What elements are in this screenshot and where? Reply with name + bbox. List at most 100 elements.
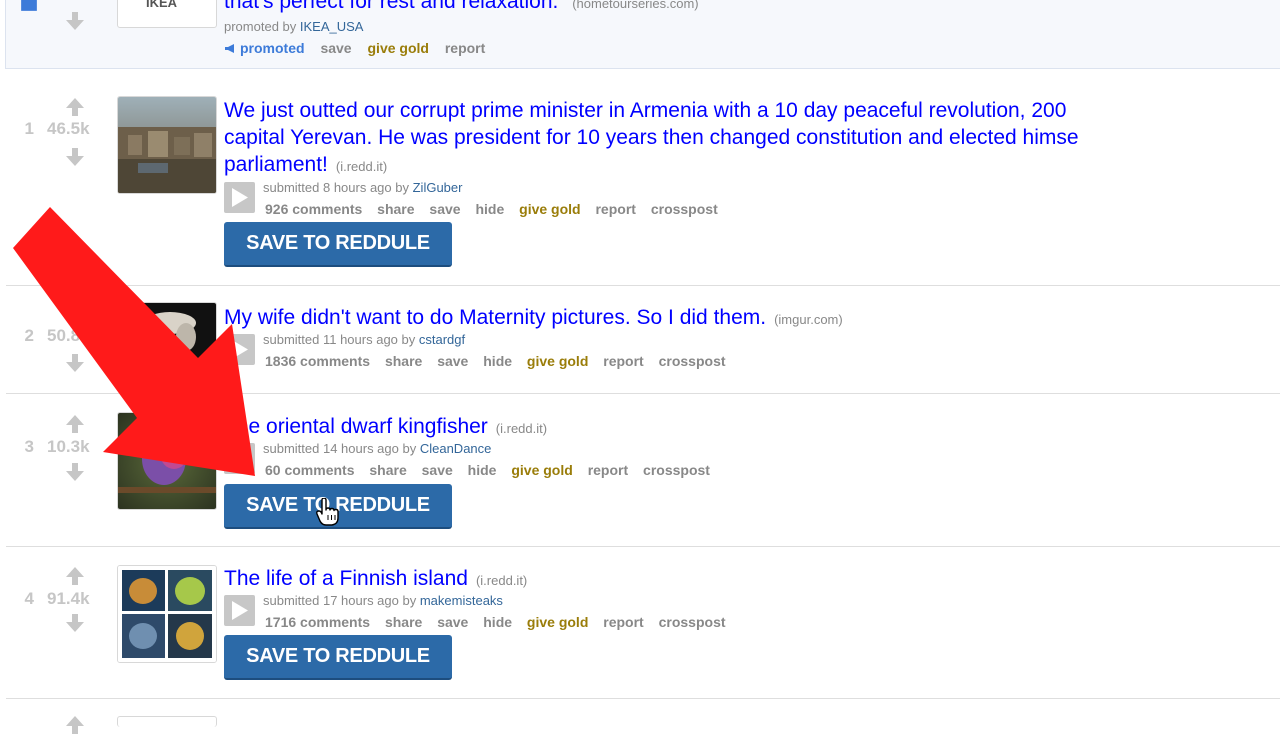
hide-button[interactable]: hide — [483, 353, 512, 369]
post-title-text[interactable]: My wife didn't want to do Maternity pict… — [224, 306, 766, 329]
promoted-bookmark-icon — [21, 0, 37, 11]
post-thumbnail[interactable] — [117, 96, 217, 194]
promoted-by-user[interactable]: IKEA_USA — [300, 19, 364, 34]
post-author[interactable]: CleanDance — [420, 441, 492, 456]
post-author[interactable]: cstardgf — [419, 332, 465, 347]
downvote-arrow-icon[interactable] — [64, 146, 86, 168]
promo-report-button[interactable]: report — [445, 40, 485, 56]
save-button[interactable]: save — [429, 201, 460, 217]
post-buttons: 1836 comments share save hide give gold … — [265, 353, 737, 369]
post-title-line[interactable]: We just outted our corrupt prime ministe… — [224, 97, 1079, 124]
divider — [6, 285, 1280, 286]
post-author[interactable]: makemisteaks — [420, 593, 503, 608]
post-tagline: submitted 17 hours ago by makemisteaks — [263, 593, 503, 608]
post-thumbnail[interactable] — [117, 302, 217, 378]
give-gold-button[interactable]: give gold — [519, 201, 580, 217]
promoted-domain[interactable]: (hometourseries.com) — [572, 0, 698, 11]
upvote-arrow-icon[interactable] — [64, 565, 86, 587]
promoted-label: promoted — [240, 40, 305, 56]
downvote-arrow-icon[interactable] — [64, 10, 86, 32]
upvote-arrow-icon[interactable] — [64, 96, 86, 118]
post-thumbnail[interactable] — [117, 716, 217, 727]
submitted-text: submitted 14 hours ago by — [263, 441, 417, 456]
megaphone-icon — [225, 44, 234, 53]
expando-button[interactable] — [224, 182, 255, 213]
post-buttons: 60 comments share save hide give gold re… — [265, 462, 721, 478]
give-gold-button[interactable]: give gold — [527, 614, 588, 630]
divider — [6, 393, 1280, 394]
expando-button[interactable] — [224, 595, 255, 626]
hide-button[interactable]: hide — [475, 201, 504, 217]
post-domain[interactable]: (i.redd.it) — [336, 159, 387, 174]
submitted-text: submitted 11 hours ago by — [263, 332, 416, 347]
upvote-arrow-icon[interactable] — [64, 304, 86, 326]
maternity-thumbnail-image — [118, 303, 216, 377]
promoted-title[interactable]: that's perfect for rest and relaxation. … — [224, 0, 699, 14]
promoted-button[interactable]: promoted — [224, 40, 308, 56]
post-title[interactable]: We just outted our corrupt prime ministe… — [224, 97, 1079, 180]
post-domain[interactable]: (imgur.com) — [774, 312, 843, 327]
expando-play-icon — [232, 449, 248, 468]
expando-play-icon — [232, 340, 248, 359]
hide-button[interactable]: hide — [468, 462, 497, 478]
downvote-arrow-icon[interactable] — [64, 461, 86, 483]
share-button[interactable]: share — [377, 201, 414, 217]
give-gold-button[interactable]: give gold — [511, 462, 572, 478]
post-title[interactable]: The life of a Finnish island (i.redd.it) — [224, 565, 527, 594]
post-rank: 3 — [24, 437, 34, 456]
upvote-arrow-icon[interactable] — [64, 714, 86, 736]
post-title-line[interactable]: capital Yerevan. He was president for 10… — [224, 124, 1079, 151]
comments-button[interactable]: 926 comments — [265, 201, 362, 217]
promo-save-button[interactable]: save — [320, 40, 351, 56]
comments-button[interactable]: 60 comments — [265, 462, 354, 478]
crosspost-button[interactable]: crosspost — [659, 614, 726, 630]
divider — [6, 546, 1280, 547]
report-button[interactable]: report — [603, 353, 643, 369]
post-thumbnail[interactable] — [117, 565, 217, 663]
save-button[interactable]: save — [422, 462, 453, 478]
comments-button[interactable]: 1716 comments — [265, 614, 370, 630]
give-gold-button[interactable]: give gold — [527, 353, 588, 369]
share-button[interactable]: share — [385, 614, 422, 630]
share-button[interactable]: share — [369, 462, 406, 478]
post-title[interactable]: My wife didn't want to do Maternity pict… — [224, 304, 843, 333]
report-button[interactable]: report — [588, 462, 628, 478]
promoted-thumbnail[interactable]: IKEA — [117, 0, 217, 28]
downvote-arrow-icon[interactable] — [64, 352, 86, 374]
submitted-text: submitted 17 hours ago by — [263, 593, 417, 608]
save-to-reddule-button[interactable]: SAVE TO REDDULE — [224, 222, 452, 267]
upvote-arrow-icon[interactable] — [64, 413, 86, 435]
crosspost-button[interactable]: crosspost — [651, 201, 718, 217]
post-domain[interactable]: (i.redd.it) — [496, 421, 547, 436]
save-button[interactable]: save — [437, 614, 468, 630]
hide-button[interactable]: hide — [483, 614, 512, 630]
report-button[interactable]: report — [603, 614, 643, 630]
promo-give-gold-button[interactable]: give gold — [368, 40, 429, 56]
crosspost-button[interactable]: crosspost — [643, 462, 710, 478]
expando-play-icon — [232, 188, 248, 207]
ikea-logo-text: IKEA — [146, 0, 178, 10]
expando-button[interactable] — [224, 443, 255, 474]
post-domain[interactable]: (i.redd.it) — [476, 573, 527, 588]
promoted-title-text[interactable]: that's perfect for rest and relaxation. — [224, 0, 558, 13]
downvote-arrow-icon[interactable] — [64, 612, 86, 634]
post-author[interactable]: ZilGuber — [413, 180, 463, 195]
post-title[interactable]: The oriental dwarf kingfisher (i.redd.it) — [224, 413, 547, 442]
expando-button[interactable] — [224, 334, 255, 365]
post-title-line-last[interactable]: parliament! (i.redd.it) — [224, 151, 1079, 180]
post-title-text[interactable]: parliament! — [224, 153, 328, 176]
expando-play-icon — [232, 601, 248, 620]
post-thumbnail[interactable] — [117, 412, 217, 510]
crosspost-button[interactable]: crosspost — [659, 353, 726, 369]
post-rank: 2 — [24, 326, 34, 345]
save-button[interactable]: save — [437, 353, 468, 369]
share-button[interactable]: share — [385, 353, 422, 369]
post-title-text[interactable]: The oriental dwarf kingfisher — [224, 415, 488, 438]
comments-button[interactable]: 1836 comments — [265, 353, 370, 369]
report-button[interactable]: report — [595, 201, 635, 217]
kingfisher-thumbnail-image — [118, 413, 216, 509]
yerevan-thumbnail-image — [118, 97, 216, 193]
post-title-text[interactable]: The life of a Finnish island — [224, 567, 468, 590]
divider — [6, 68, 1280, 69]
save-to-reddule-button[interactable]: SAVE TO REDDULE — [224, 635, 452, 680]
